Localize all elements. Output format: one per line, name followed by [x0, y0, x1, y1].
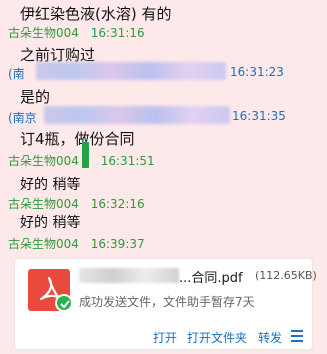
sender-name[interactable]: 古朵生物004: [8, 197, 79, 211]
message-meta: (南: [8, 65, 25, 82]
sender-name[interactable]: (南京: [8, 111, 37, 125]
redacted-sender: [44, 106, 230, 124]
message-time: 16:31:35: [232, 109, 286, 123]
message-meta: 古朵生物004 16:39:37: [8, 235, 145, 252]
message-text: 伊红染色液(水溶) 有的: [20, 5, 172, 23]
message-time: 16:31:51: [100, 154, 155, 168]
file-name[interactable]: ...合同.pdf: [179, 267, 243, 286]
chat-area: 伊红染色液(水溶) 有的 古朵生物004 16:31:16 之前订购过 (南 1…: [0, 0, 327, 354]
message-time: 16:39:37: [90, 237, 145, 251]
message-time: 16:32:16: [90, 197, 145, 211]
message-meta: 古朵生物004 16:32:16: [8, 195, 145, 212]
open-button[interactable]: 打开: [153, 329, 177, 346]
open-folder-button[interactable]: 打开文件夹: [187, 329, 247, 346]
sender-name[interactable]: (南: [8, 67, 25, 81]
message-meta: (南京: [8, 109, 37, 126]
message-meta: 古朵生物004 16:31:16: [8, 24, 145, 41]
message-time: 16:31:16: [90, 26, 145, 40]
sender-name[interactable]: 古朵生物004: [8, 26, 79, 40]
check-icon: [55, 294, 73, 312]
file-message-card[interactable]: ...合同.pdf (112.65KB) 成功发送文件，文件助手暂存7天 打开 …: [14, 258, 317, 350]
message-meta: 古朵生物004 16:31:51: [8, 152, 155, 169]
redacted-filename: [79, 268, 179, 283]
message-text: 订4瓶，做份合同: [20, 130, 135, 148]
file-actions: 打开 打开文件夹 转发: [15, 329, 314, 349]
sender-name[interactable]: 古朵生物004: [8, 237, 79, 251]
file-status: 成功发送文件，文件助手暂存7天: [79, 295, 255, 309]
message-text: 好的 稍等: [20, 215, 81, 231]
message-text: 是的: [20, 88, 51, 106]
file-size: (112.65KB): [255, 269, 317, 282]
more-menu-icon[interactable]: [291, 330, 303, 342]
redacted-sender: [36, 62, 226, 80]
message-text: 好的 稍等: [20, 177, 81, 193]
message-time: 16:31:23: [230, 65, 284, 79]
forward-button[interactable]: 转发: [258, 329, 282, 346]
sender-name[interactable]: 古朵生物004: [8, 154, 79, 168]
